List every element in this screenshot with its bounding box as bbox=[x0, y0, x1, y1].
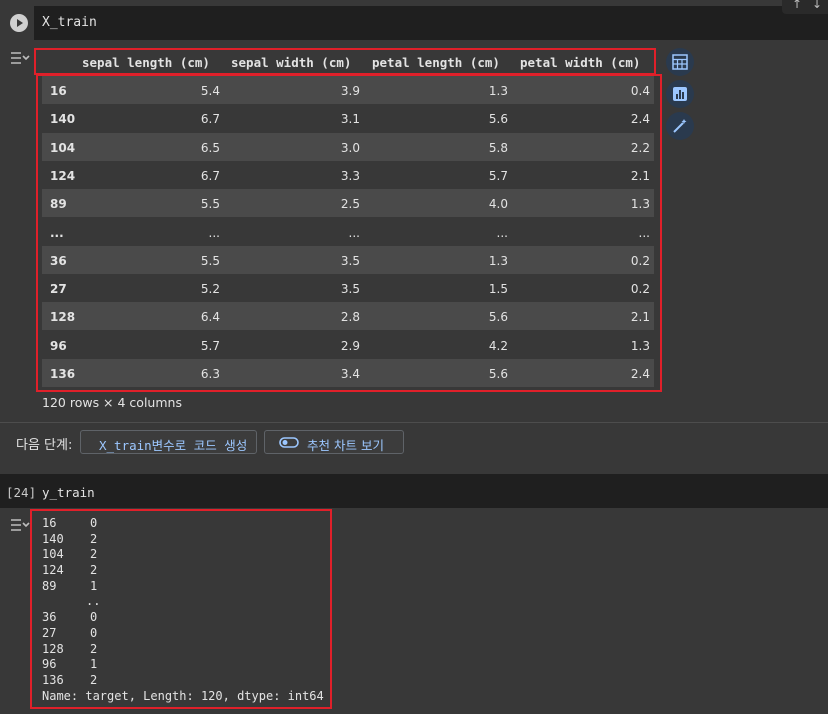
play-icon[interactable] bbox=[10, 14, 28, 32]
arrow-up-icon[interactable]: ↑ bbox=[792, 0, 802, 11]
rows-highlight-box bbox=[36, 74, 662, 392]
output-toggle-icon[interactable] bbox=[10, 50, 30, 66]
output-toggle-icon[interactable] bbox=[10, 517, 30, 533]
generate-code-label: X_train변수로 코드 생성 bbox=[99, 438, 248, 453]
divider bbox=[0, 422, 828, 423]
magic-wand-icon[interactable] bbox=[666, 112, 694, 140]
code-line[interactable]: X_train bbox=[42, 15, 97, 30]
code-cell-y-train[interactable] bbox=[0, 474, 828, 508]
cell-move-controls[interactable]: ↑ ↓ bbox=[782, 0, 828, 14]
recommended-charts-label: 추천 차트 보기 bbox=[307, 438, 384, 453]
code-line[interactable]: y_train bbox=[42, 485, 95, 500]
generate-code-button[interactable]: X_train변수로 코드 생성 bbox=[80, 430, 257, 454]
recommended-charts-button[interactable]: 추천 차트 보기 bbox=[264, 430, 404, 454]
arrow-down-icon[interactable]: ↓ bbox=[812, 0, 822, 11]
code-editor[interactable] bbox=[34, 6, 828, 40]
next-steps-label: 다음 단계: bbox=[16, 438, 73, 453]
bar-chart-icon[interactable] bbox=[666, 80, 694, 108]
execution-count: [24] bbox=[6, 485, 37, 500]
code-cell-x-train: X_train ↑ ↓ bbox=[0, 0, 828, 40]
series-highlight-box bbox=[30, 509, 332, 709]
table-icon[interactable] bbox=[666, 48, 694, 76]
header-highlight-box bbox=[34, 48, 656, 75]
toggle-icon bbox=[279, 437, 299, 448]
shape-note: 120 rows × 4 columns bbox=[42, 395, 182, 410]
